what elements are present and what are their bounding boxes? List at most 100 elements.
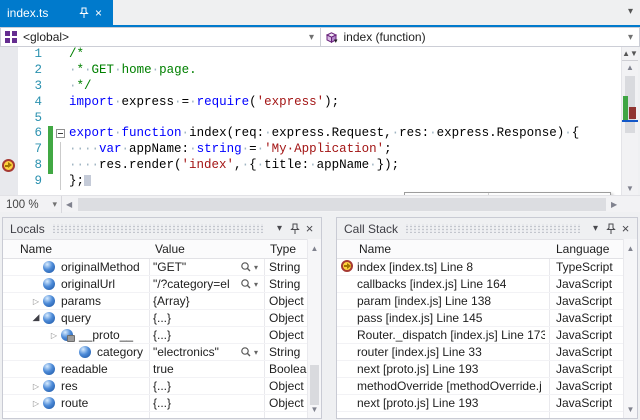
scope-dropdown[interactable]: <global> ▾: [0, 27, 321, 47]
code-editor[interactable]: 1/*2·*·GET·home·page.3·*/4import·express…: [0, 47, 621, 195]
zoom-control[interactable]: 100 % ▾: [0, 196, 62, 213]
tab-list-dropdown-icon[interactable]: ▾: [628, 6, 633, 17]
locals-row[interactable]: readabletrueBoolean: [3, 361, 321, 378]
callstack-row[interactable]: pass [index.js] Line 145JavaScript: [337, 310, 637, 327]
code-line[interactable]: 1/*: [0, 47, 621, 63]
frame-language: JavaScript: [556, 345, 612, 359]
code-segment: ;: [384, 142, 392, 156]
pin-icon[interactable]: [76, 7, 91, 19]
column-header-language[interactable]: Language: [556, 242, 609, 256]
chevron-down-icon[interactable]: ▾: [52, 199, 57, 210]
pin-icon[interactable]: [603, 221, 618, 236]
datatip-value-section: ▾ "My Application": [489, 193, 610, 195]
locals-title-bar[interactable]: Locals ▾ ×: [3, 218, 321, 239]
code-segment: ·: [257, 142, 265, 156]
code-segment: ·: [189, 142, 197, 156]
tree-expander-icon[interactable]: ▷: [47, 331, 61, 340]
chevron-down-icon[interactable]: ▾: [628, 32, 633, 43]
locals-row[interactable]: ▷__proto__{...}Object: [3, 327, 321, 344]
editor-vertical-scrollbar[interactable]: ▲▼ ▲ ▼: [621, 47, 638, 195]
tree-expander-icon[interactable]: ▷: [29, 399, 43, 408]
breakpoint-margin[interactable]: [0, 63, 18, 79]
breakpoint-margin[interactable]: [0, 142, 18, 158]
code-line[interactable]: 6export·function·index(req:·express.Requ…: [0, 126, 621, 142]
column-header-name[interactable]: Name: [359, 242, 391, 256]
callstack-column-headers[interactable]: Name Language: [337, 239, 637, 259]
callstack-row[interactable]: router [index.js] Line 33JavaScript: [337, 344, 637, 361]
column-header-type[interactable]: Type: [270, 242, 296, 256]
breakpoint-margin[interactable]: [0, 126, 18, 142]
scroll-up-icon[interactable]: ▲: [308, 244, 321, 253]
locals-title: Locals: [10, 222, 45, 236]
close-icon[interactable]: ×: [618, 221, 633, 236]
scroll-up-icon[interactable]: ▲: [622, 63, 638, 72]
code-line[interactable]: 3·*/: [0, 79, 621, 95]
fold-margin: [53, 63, 69, 79]
locals-row[interactable]: originalMethod"GET"▾String: [3, 259, 321, 276]
breakpoint-margin[interactable]: [0, 111, 18, 127]
member-dropdown[interactable]: ▾ index (function) ▾: [320, 27, 640, 47]
close-icon[interactable]: ×: [91, 7, 106, 19]
tree-expander-icon[interactable]: ▷: [29, 382, 43, 391]
magnifier-icon[interactable]: ▾: [240, 346, 258, 358]
close-icon[interactable]: ×: [302, 221, 317, 236]
scroll-right-icon[interactable]: ▶: [611, 200, 617, 209]
breakpoint-margin[interactable]: [0, 174, 18, 190]
code-segment: res.render(: [99, 158, 182, 172]
callstack-row[interactable]: next [proto.js] Line 193JavaScript: [337, 361, 637, 378]
tree-expander-icon[interactable]: ◢: [29, 313, 43, 323]
chevron-down-icon[interactable]: ▾: [309, 32, 314, 43]
line-number: 2: [18, 63, 48, 79]
code-line[interactable]: 5: [0, 111, 621, 127]
scroll-down-icon[interactable]: ▼: [308, 405, 321, 414]
code-line[interactable]: 7····var·appName:·string·=·'My·Applicati…: [0, 142, 621, 158]
callstack-row[interactable]: param [index.js] Line 138JavaScript: [337, 293, 637, 310]
column-header-value[interactable]: Value: [155, 242, 185, 256]
scroll-down-icon[interactable]: ▼: [622, 184, 638, 193]
callstack-row[interactable]: Router._dispatch [index.js] Line 173Java…: [337, 327, 637, 344]
magnifier-icon[interactable]: ▾: [240, 261, 258, 273]
scroll-left-icon[interactable]: ◀: [66, 200, 72, 209]
locals-row[interactable]: ▷route{...}Object: [3, 395, 321, 412]
breakpoint-margin[interactable]: [0, 95, 18, 111]
split-window-grip[interactable]: ▲▼: [622, 47, 638, 61]
code-line[interactable]: 9};: [0, 174, 621, 190]
callstack-row[interactable]: methodOverride [methodOverride.jJavaScri…: [337, 378, 637, 395]
callstack-row[interactable]: index [index.ts] Line 8TypeScript: [337, 259, 637, 276]
callstack-scrollbar[interactable]: ▲ ▼: [623, 239, 637, 418]
scrollbar-thumb[interactable]: [310, 365, 319, 405]
locals-scrollbar[interactable]: ▲ ▼: [307, 239, 321, 418]
locals-row[interactable]: ◢query{...}Object: [3, 310, 321, 327]
window-position-icon[interactable]: ▾: [588, 221, 603, 236]
code-segment: ·: [84, 63, 92, 77]
magnifier-icon[interactable]: ▾: [240, 278, 258, 290]
breakpoint-margin[interactable]: [0, 79, 18, 95]
horizontal-scroll-track[interactable]: [78, 198, 608, 211]
locals-row[interactable]: ▷params{Array}Object: [3, 293, 321, 310]
column-header-name[interactable]: Name: [20, 242, 52, 256]
window-position-icon[interactable]: ▾: [272, 221, 287, 236]
code-line[interactable]: 4import·express·=·require('express');: [0, 95, 621, 111]
variable-name: query: [61, 311, 91, 325]
tree-expander-icon[interactable]: ▷: [29, 297, 43, 306]
fold-margin: [53, 142, 69, 158]
code-line[interactable]: 2·*·GET·home·page.: [0, 63, 621, 79]
variable-value: "electronics": [153, 345, 219, 359]
horizontal-scroll-thumb[interactable]: [78, 198, 606, 211]
breakpoint-margin[interactable]: [0, 158, 18, 174]
callstack-title-bar[interactable]: Call Stack ▾ ×: [337, 218, 637, 239]
pin-icon[interactable]: [287, 221, 302, 236]
collapse-toggle-icon[interactable]: [56, 129, 65, 138]
breakpoint-margin[interactable]: [0, 47, 18, 63]
code-line[interactable]: 8····res.render('index',·{·title:·appNam…: [0, 158, 621, 174]
title-grip-texture: [405, 224, 581, 233]
scroll-down-icon[interactable]: ▼: [624, 405, 637, 414]
locals-row[interactable]: category"electronics"▾String: [3, 344, 321, 361]
locals-row[interactable]: ▷res{...}Object: [3, 378, 321, 395]
locals-column-headers[interactable]: Name Value Type: [3, 239, 321, 259]
scroll-up-icon[interactable]: ▲: [624, 244, 637, 253]
tab-index-ts[interactable]: index.ts ×: [0, 0, 113, 25]
callstack-row[interactable]: next [proto.js] Line 193JavaScript: [337, 395, 637, 412]
callstack-row[interactable]: callbacks [index.js] Line 164JavaScript: [337, 276, 637, 293]
locals-row[interactable]: originalUrl"/?category=el▾String: [3, 276, 321, 293]
